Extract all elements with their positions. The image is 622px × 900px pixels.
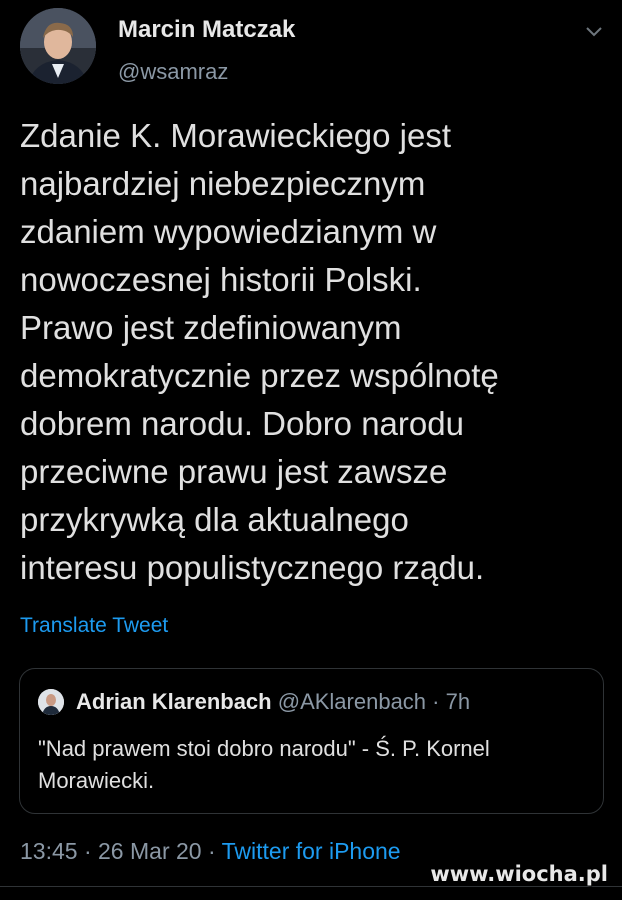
- quoted-author-avatar: [38, 689, 64, 715]
- chevron-down-icon[interactable]: [584, 24, 604, 40]
- quoted-time: 7h: [445, 689, 471, 714]
- meta-separator: ·: [83, 838, 92, 864]
- quoted-separator: ·: [432, 689, 440, 714]
- author-avatar[interactable]: [20, 8, 96, 84]
- tweet-meta: 13:45 · 26 Mar 20 · Twitter for iPhone: [20, 836, 401, 866]
- tweet-source-link[interactable]: Twitter for iPhone: [222, 838, 401, 864]
- avatar-photo: [20, 8, 96, 84]
- author-display-name[interactable]: Marcin Matczak: [118, 16, 295, 44]
- quoted-display-name: Adrian Klarenbach: [76, 689, 272, 714]
- tweet-text: Zdanie K. Morawieckiego jest najbardziej…: [20, 117, 499, 586]
- divider: [0, 886, 622, 887]
- quoted-text: "Nad prawem stoi dobro narodu" - Ś. P. K…: [38, 736, 490, 793]
- watermark: www.wiocha.pl: [430, 862, 608, 886]
- quoted-header: Adrian Klarenbach @AKlarenbach · 7h: [76, 687, 470, 717]
- tweet-header: Marcin Matczak @wsamraz: [20, 8, 608, 88]
- quoted-handle: @AKlarenbach: [277, 689, 427, 714]
- translate-tweet-link[interactable]: Translate Tweet: [20, 614, 168, 638]
- meta-separator: ·: [207, 838, 216, 864]
- author-handle[interactable]: @wsamraz: [118, 58, 295, 86]
- tweet-detail: Marcin Matczak @wsamraz Zdanie K. Morawi…: [0, 0, 622, 900]
- author-info: Marcin Matczak @wsamraz: [118, 16, 295, 86]
- tweet-time: 13:45: [20, 838, 78, 864]
- tweet-date: 26 Mar 20: [98, 838, 202, 864]
- quoted-tweet[interactable]: Adrian Klarenbach @AKlarenbach · 7h "Nad…: [19, 668, 604, 814]
